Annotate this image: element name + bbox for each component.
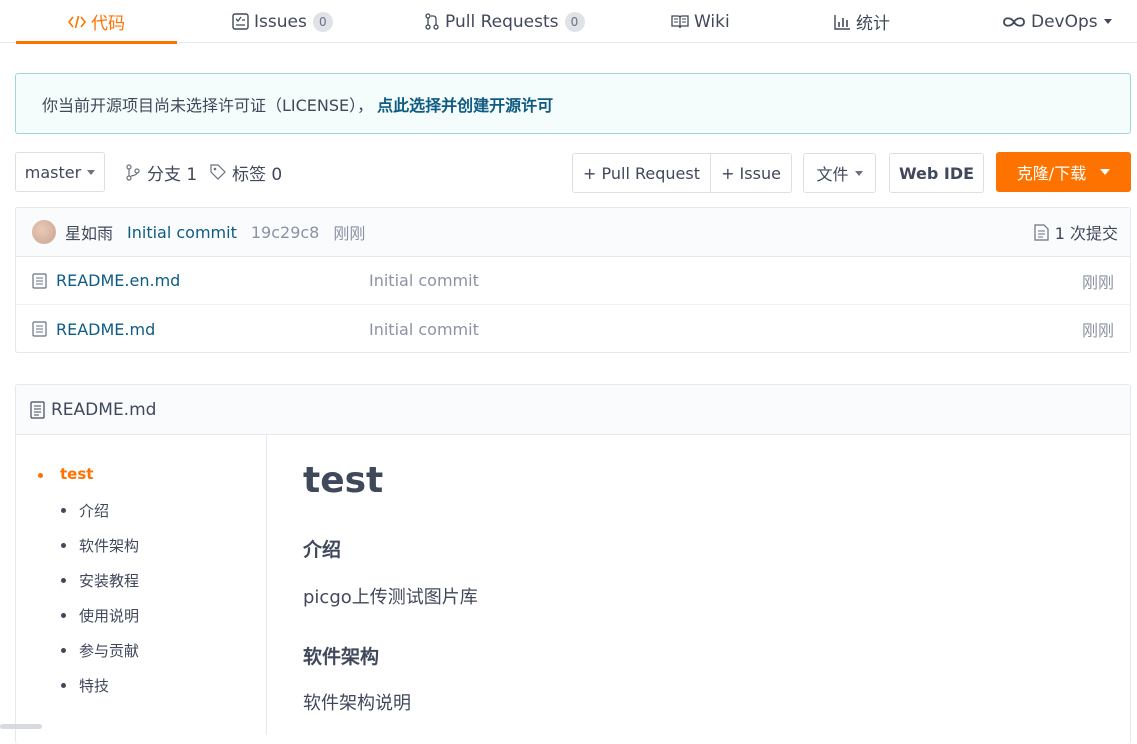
license-notice-text: 你当前开源项目尚未选择许可证（LICENSE）， [42, 95, 374, 115]
file-list: 星如雨 Initial commit 19c29c8 刚刚 1 次提交 READ… [15, 207, 1131, 353]
new-issue-label: + Issue [721, 163, 781, 183]
tab-issues[interactable]: Issues 0 [232, 0, 333, 43]
book-icon [671, 14, 689, 29]
toc-item-contribute[interactable]: 参与贡献 [60, 640, 139, 661]
file-icon [32, 321, 47, 337]
readme-paragraph-architecture: 软件架构说明 [303, 693, 411, 714]
commit-hash[interactable]: 19c29c8 [251, 223, 320, 242]
tab-stats-label: 统计 [856, 14, 890, 34]
commit-count-label: 1 次提交 [1054, 224, 1118, 243]
tab-stats[interactable]: 统计 [834, 0, 890, 43]
commit-time: 刚刚 [333, 224, 366, 243]
issues-icon [232, 13, 249, 30]
readme-panel: README.md test 介绍 软件架构 安装教程 使用说明 参与贡献 特技… [15, 384, 1131, 744]
file-time: 刚刚 [1081, 272, 1114, 292]
clone-download-label: 克隆/下载 [1016, 164, 1087, 183]
commit-author[interactable]: 星如雨 [65, 220, 113, 244]
table-row[interactable]: README.en.md Initial commit 刚刚 [16, 257, 1130, 305]
branch-icon [126, 163, 140, 181]
repo-tabs: 代码 Issues 0 Pull Requests 0 Wiki 统计 DevO… [0, 0, 1137, 44]
chevron-down-icon [854, 170, 863, 176]
readme-title: README.md [51, 399, 157, 420]
file-commit-message[interactable]: Initial commit [369, 320, 1082, 339]
file-menu-label: 文件 [816, 165, 849, 184]
toc-item-features[interactable]: 特技 [60, 675, 109, 696]
avatar[interactable] [32, 220, 56, 244]
new-pull-request-label: + Pull Request [583, 163, 700, 183]
branch-select-label: master [24, 162, 82, 182]
create-license-link[interactable]: 点此选择并创建开源许可 [377, 92, 553, 116]
readme-heading-1: test [303, 460, 384, 501]
toc-item-architecture[interactable]: 软件架构 [60, 535, 139, 556]
new-issue-button[interactable]: + Issue [710, 153, 792, 193]
file-time: 刚刚 [1081, 321, 1114, 340]
file-commit-message[interactable]: Initial commit [369, 271, 1082, 290]
tag-icon [210, 164, 226, 180]
file-menu-button[interactable]: 文件 [803, 153, 876, 193]
clone-download-button[interactable]: 克隆/下载 [996, 152, 1131, 192]
branches-link[interactable]: 分支 1 [125, 152, 197, 192]
web-ide-button[interactable]: Web IDE [889, 153, 984, 193]
chevron-down-icon [1100, 169, 1111, 175]
document-icon [30, 400, 45, 419]
bar-chart-icon [834, 14, 851, 30]
toc-item-usage[interactable]: 使用说明 [60, 605, 139, 626]
tab-code[interactable]: 代码 [16, 0, 177, 44]
tab-issues-label: Issues [254, 11, 307, 32]
toc-item-intro[interactable]: 介绍 [60, 500, 109, 521]
pull-requests-count-badge: 0 [564, 11, 585, 32]
file-name[interactable]: README.en.md [56, 271, 369, 290]
tab-wiki[interactable]: Wiki [671, 0, 730, 43]
pull-request-icon [424, 13, 440, 30]
issues-count-badge: 0 [312, 11, 333, 32]
tags-link[interactable]: 标签 0 [210, 152, 282, 192]
file-icon [32, 272, 47, 289]
readme-header: README.md [16, 385, 1130, 435]
document-icon [1034, 223, 1049, 241]
readme-toc: test 介绍 软件架构 安装教程 使用说明 参与贡献 特技 [16, 435, 267, 735]
horizontal-scrollbar[interactable] [0, 724, 42, 729]
infinity-icon [1002, 15, 1026, 29]
tab-devops[interactable]: DevOps [1002, 0, 1112, 43]
chevron-down-icon [87, 169, 96, 175]
branches-label: 分支 1 [147, 164, 198, 185]
commit-count-link[interactable]: 1 次提交 [1034, 220, 1118, 244]
chevron-down-icon [1103, 19, 1112, 24]
tab-pull-requests-label: Pull Requests [445, 11, 559, 32]
tab-wiki-label: Wiki [694, 11, 730, 32]
readme-paragraph-intro: picgo上传测试图片库 [303, 587, 478, 608]
toc-item-install[interactable]: 安装教程 [60, 570, 139, 591]
tab-pull-requests[interactable]: Pull Requests 0 [424, 0, 585, 43]
latest-commit-bar: 星如雨 Initial commit 19c29c8 刚刚 1 次提交 [16, 208, 1130, 257]
branch-select[interactable]: master [15, 152, 105, 192]
license-notice: 你当前开源项目尚未选择许可证（LICENSE）， 点此选择并创建开源许可 [15, 73, 1131, 134]
readme-heading-architecture: 软件架构 [303, 646, 380, 668]
web-ide-label: Web IDE [898, 163, 975, 183]
code-icon [68, 14, 86, 30]
new-pull-request-button[interactable]: + Pull Request [572, 153, 711, 193]
tab-code-label: 代码 [91, 14, 125, 34]
readme-heading-intro: 介绍 [303, 539, 342, 561]
commit-message[interactable]: Initial commit [127, 223, 237, 242]
table-row[interactable]: README.md Initial commit 刚刚 [16, 305, 1130, 353]
tab-devops-label: DevOps [1031, 11, 1098, 32]
toc-item-test[interactable]: test [37, 465, 93, 483]
file-name[interactable]: README.md [56, 320, 369, 339]
tags-label: 标签 0 [232, 164, 283, 185]
